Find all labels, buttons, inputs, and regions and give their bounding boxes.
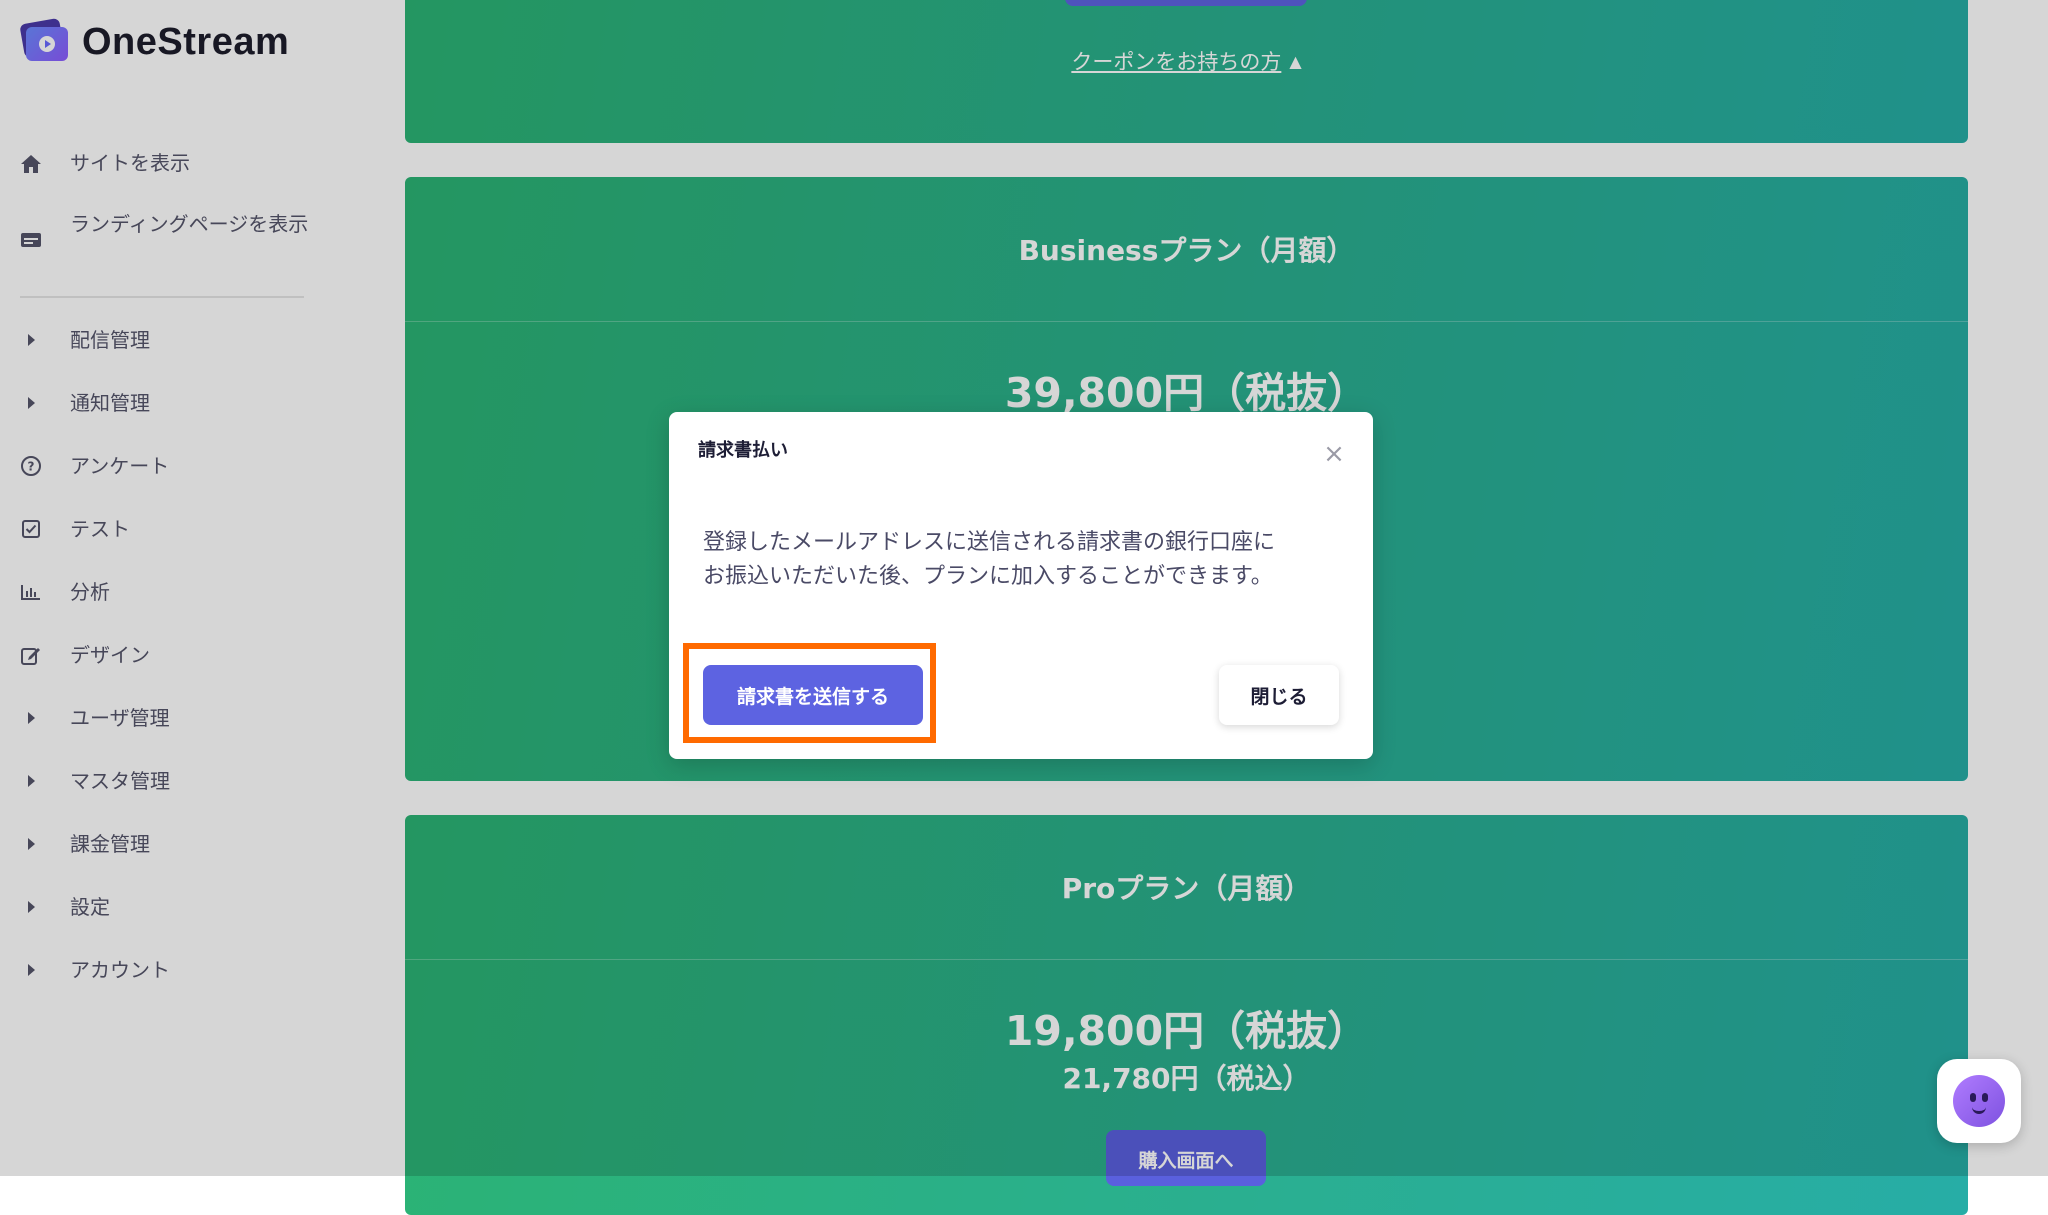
modal-title: 請求書払い	[698, 440, 788, 461]
close-button[interactable]: 閉じる	[1219, 665, 1339, 725]
modal-body: 登録したメールアドレスに送信される請求書の銀行口座に お振込いただいた後、プラン…	[703, 526, 1343, 594]
modal-body-line: 登録したメールアドレスに送信される請求書の銀行口座に	[703, 530, 1276, 555]
chat-widget-button[interactable]	[1937, 1059, 2021, 1143]
chat-bot-icon	[1953, 1075, 2005, 1127]
modal-body-line: お振込いただいた後、プランに加入することができます。	[703, 564, 1273, 589]
close-icon[interactable]: ×	[1319, 439, 1349, 469]
invoice-payment-modal: 請求書払い × 登録したメールアドレスに送信される請求書の銀行口座に お振込いた…	[669, 412, 1373, 759]
send-invoice-button[interactable]: 請求書を送信する	[703, 665, 923, 725]
